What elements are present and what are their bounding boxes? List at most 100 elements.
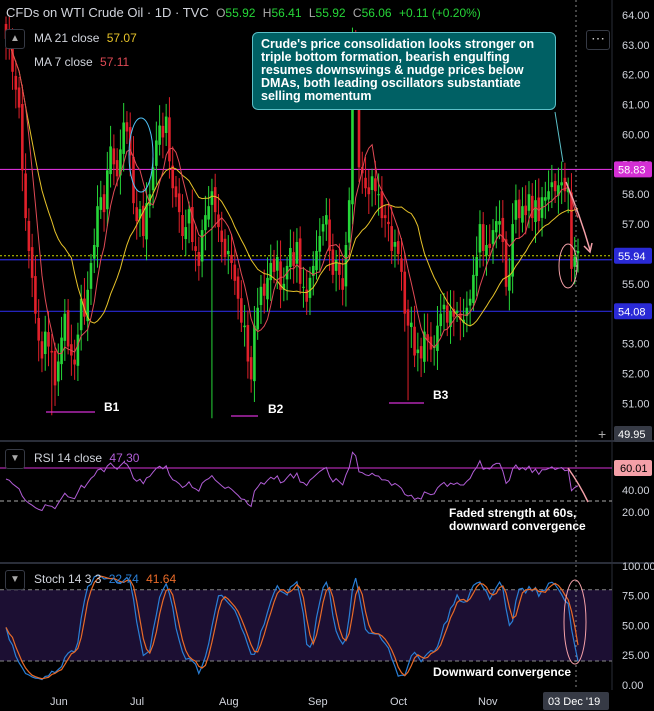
candle — [325, 215, 328, 225]
stoch-tick-label: 25.00 — [622, 650, 650, 662]
price-tag-resistance-text: 58.83 — [618, 164, 646, 176]
candle — [50, 350, 54, 353]
rsi-tick-label: 40.00 — [622, 485, 650, 497]
candle — [168, 117, 171, 162]
rsi-legend: RSI 14 close 47.30 — [34, 451, 143, 465]
candle — [527, 194, 531, 211]
candle — [122, 122, 125, 154]
candle — [213, 187, 217, 213]
candle — [308, 277, 312, 298]
candle — [485, 244, 488, 256]
stoch-legend: Stoch 14 3 3 22.74 41.64 — [34, 572, 180, 586]
candle — [530, 195, 534, 219]
candle — [125, 122, 129, 132]
candle — [419, 346, 423, 359]
candle — [315, 250, 318, 271]
time-tick-label: Nov — [478, 696, 498, 708]
candle — [292, 252, 295, 266]
candle — [200, 230, 204, 262]
candle — [390, 226, 393, 251]
candle — [109, 146, 112, 175]
candle — [240, 298, 243, 323]
ellipsis-icon[interactable]: ⋯ — [586, 30, 610, 50]
analysis-callout: Crude's price consolidation looks strong… — [252, 32, 556, 110]
time-tick-label: Oct — [390, 696, 407, 708]
price-tick-label: 55.00 — [622, 279, 650, 291]
candle — [24, 173, 27, 219]
candle — [246, 325, 250, 362]
candle — [21, 104, 24, 171]
candle — [197, 251, 201, 266]
candle — [514, 200, 518, 220]
candle — [187, 209, 191, 224]
stoch-d-value: 41.64 — [146, 572, 177, 586]
candle — [374, 178, 377, 192]
candle — [410, 322, 413, 328]
candle — [481, 224, 485, 251]
candle — [321, 224, 325, 232]
price-tick-label: 60.00 — [622, 129, 650, 141]
candle — [30, 247, 34, 278]
candle — [488, 243, 492, 248]
candle — [236, 276, 240, 299]
candle — [73, 359, 76, 365]
candle — [43, 331, 47, 355]
candle — [275, 256, 279, 271]
candle — [145, 203, 148, 240]
candle — [383, 215, 387, 219]
candle — [17, 87, 21, 108]
candle — [475, 256, 478, 276]
stoch-label: Stoch 14 3 3 — [34, 572, 102, 586]
rsi-annotation: Faded strength at 60s, downward converge… — [449, 506, 586, 533]
candle — [262, 283, 266, 296]
candle — [164, 116, 168, 133]
ma7-value: 57.11 — [100, 55, 130, 69]
candle — [220, 230, 224, 243]
candle — [53, 350, 57, 386]
stoch-tick-label: 100.00 — [622, 561, 654, 573]
open-value: 55.92 — [225, 6, 256, 20]
candle — [544, 197, 547, 201]
chevron-up-icon[interactable]: ▲ — [5, 29, 25, 49]
candle — [269, 262, 273, 281]
candle — [570, 192, 573, 269]
candle — [158, 125, 161, 145]
stoch-collapse-icon[interactable]: ▼ — [5, 570, 25, 590]
candle — [226, 250, 230, 255]
candle — [468, 298, 472, 306]
price-tick-label: 53.00 — [622, 339, 650, 351]
candle — [102, 194, 106, 213]
symbol-title: CFDs on WTI Crude Oil · 1D · TVC — [6, 5, 209, 20]
candle — [396, 241, 400, 254]
candle — [210, 191, 214, 205]
candle — [63, 313, 67, 341]
crosshair-plus: + — [598, 426, 606, 442]
candle — [76, 334, 80, 366]
ma7-label: MA 7 close — [34, 55, 93, 69]
bottom-label-b1: B1 — [104, 400, 120, 414]
candle — [364, 177, 367, 189]
candle — [393, 242, 397, 247]
close-label: C — [352, 6, 362, 20]
candle — [370, 176, 374, 190]
time-tick-label: Jul — [130, 696, 144, 708]
price-tick-label: 57.00 — [622, 219, 650, 231]
candle — [472, 274, 475, 303]
rsi-collapse-icon[interactable]: ▼ — [5, 449, 25, 469]
candle — [249, 357, 253, 380]
candle — [194, 246, 197, 251]
candle — [56, 361, 60, 382]
candle — [177, 193, 181, 213]
candle — [266, 277, 269, 300]
candle — [498, 221, 501, 225]
candle — [400, 258, 403, 272]
time-tick-label: Sep — [308, 696, 328, 708]
candle — [115, 160, 119, 177]
candle — [92, 244, 96, 259]
bottom-label-b2: B2 — [268, 402, 284, 416]
time-tick-label: Jun — [50, 696, 68, 708]
candle — [233, 264, 237, 281]
candle — [445, 305, 449, 323]
candle — [478, 224, 482, 253]
candle — [403, 271, 407, 314]
